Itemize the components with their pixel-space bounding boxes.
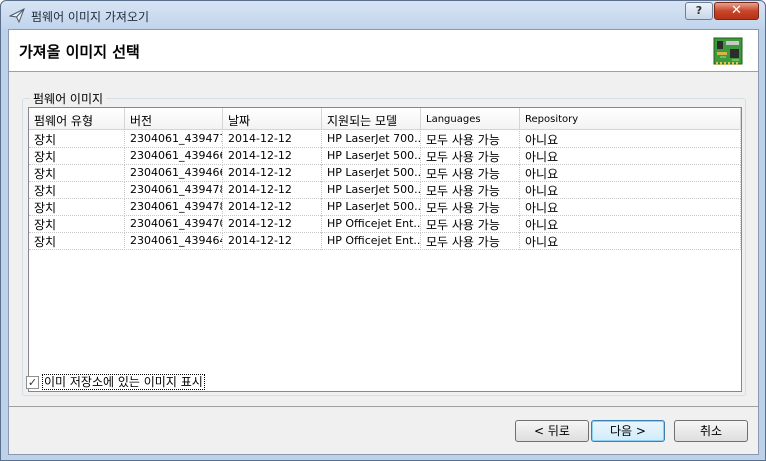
cell-repository: 아니요 [520,165,741,182]
page-title: 가져올 이미지 선택 [19,43,140,61]
cell-date: 2014-12-12 [223,182,322,199]
cell-repository: 아니요 [520,148,741,165]
cell-models: HP LaserJet 700... [322,131,421,148]
cell-models: HP LaserJet 500... [322,182,421,199]
cell-version: 2304061_439466 [125,148,223,165]
cell-models: HP Officejet Ent... [322,216,421,233]
cell-date: 2014-12-12 [223,216,322,233]
help-button[interactable]: ? [685,2,713,20]
cell-languages: 모두 사용 가능 [421,131,520,148]
cell-languages: 모두 사용 가능 [421,199,520,216]
cell-models: HP LaserJet 500... [322,165,421,182]
cell-repository: 아니요 [520,216,741,233]
cell-repository: 아니요 [520,182,741,199]
cell-type: 장치 [29,199,125,216]
cell-languages: 모두 사용 가능 [421,233,520,250]
cell-repository: 아니요 [520,199,741,216]
table-row[interactable]: 장치 2304061_439466 2014-12-12 HP LaserJet… [29,148,741,165]
window-title: 펌웨어 이미지 가져오기 [31,10,150,24]
cell-models: HP LaserJet 500... [322,148,421,165]
table-row[interactable]: 장치 2304061_439477 2014-12-12 HP LaserJet… [29,131,741,148]
cell-date: 2014-12-12 [223,199,322,216]
cell-models: HP Officejet Ent... [322,233,421,250]
dialog-body: 가져올 이미지 선택 펌웨어 이미지 펌웨어 유형 버전 날짜 지원되는 모델 … [8,29,759,455]
title-bar[interactable]: 펌웨어 이미지 가져오기 ? ✕ [1,1,765,29]
cell-type: 장치 [29,216,125,233]
cell-version: 2304061_439464 [125,233,223,250]
table-row[interactable]: 장치 2304061_439470 2014-12-12 HP Officeje… [29,216,741,233]
paper-plane-icon [9,7,25,23]
cell-date: 2014-12-12 [223,165,322,182]
back-button[interactable]: < 뒤로 [515,420,589,442]
table-row[interactable]: 장치 2304061_439464 2014-12-12 HP Officeje… [29,233,741,250]
show-existing-option[interactable]: ✓ 이미 저장소에 있는 이미지 표시 [26,374,205,390]
close-button[interactable]: ✕ [714,2,759,20]
cell-date: 2014-12-12 [223,148,322,165]
cell-date: 2014-12-12 [223,131,322,148]
cell-version: 2304061_439477 [125,131,223,148]
cell-type: 장치 [29,148,125,165]
cell-type: 장치 [29,165,125,182]
cell-languages: 모두 사용 가능 [421,182,520,199]
show-existing-label[interactable]: 이미 저장소에 있는 이미지 표시 [42,374,205,390]
cell-version: 2304061_439478 [125,182,223,199]
column-header-repository[interactable]: Repository [520,108,741,130]
cell-type: 장치 [29,131,125,148]
table-header: 펌웨어 유형 버전 날짜 지원되는 모델 Languages Repositor… [29,108,741,130]
dialog-window: 펌웨어 이미지 가져오기 ? ✕ 가져올 이미지 선택 펌웨어 이미지 펌웨어 … [0,0,766,461]
next-button[interactable]: 다음 > [591,420,665,442]
cell-models: HP LaserJet 500... [322,199,421,216]
column-header-date[interactable]: 날짜 [223,108,322,130]
table-rows: 장치 2304061_439477 2014-12-12 HP LaserJet… [29,131,741,250]
table-row[interactable]: 장치 2304061_439466 2014-12-12 HP LaserJet… [29,165,741,182]
column-header-type[interactable]: 펌웨어 유형 [29,108,125,130]
cell-languages: 모두 사용 가능 [421,165,520,182]
column-header-languages[interactable]: Languages [421,108,520,130]
cell-version: 2304061_439466 [125,165,223,182]
cell-type: 장치 [29,182,125,199]
circuit-board-icon [713,37,743,65]
firmware-table[interactable]: 펌웨어 유형 버전 날짜 지원되는 모델 Languages Repositor… [28,107,742,392]
cell-languages: 모두 사용 가능 [421,148,520,165]
table-row[interactable]: 장치 2304061_439478 2014-12-12 HP LaserJet… [29,182,741,199]
cell-version: 2304061_439470 [125,216,223,233]
cell-type: 장치 [29,233,125,250]
column-header-version[interactable]: 버전 [125,108,223,130]
show-existing-checkbox[interactable]: ✓ [26,375,39,389]
table-row[interactable]: 장치 2304061_439478 2014-12-12 HP LaserJet… [29,199,741,216]
cell-repository: 아니요 [520,233,741,250]
column-header-models[interactable]: 지원되는 모델 [322,108,421,130]
cell-date: 2014-12-12 [223,233,322,250]
cell-version: 2304061_439478 [125,199,223,216]
wizard-header: 가져올 이미지 선택 [9,30,758,72]
group-label: 펌웨어 이미지 [30,90,107,107]
cell-languages: 모두 사용 가능 [421,216,520,233]
cancel-button[interactable]: 취소 [674,420,748,442]
cell-repository: 아니요 [520,131,741,148]
